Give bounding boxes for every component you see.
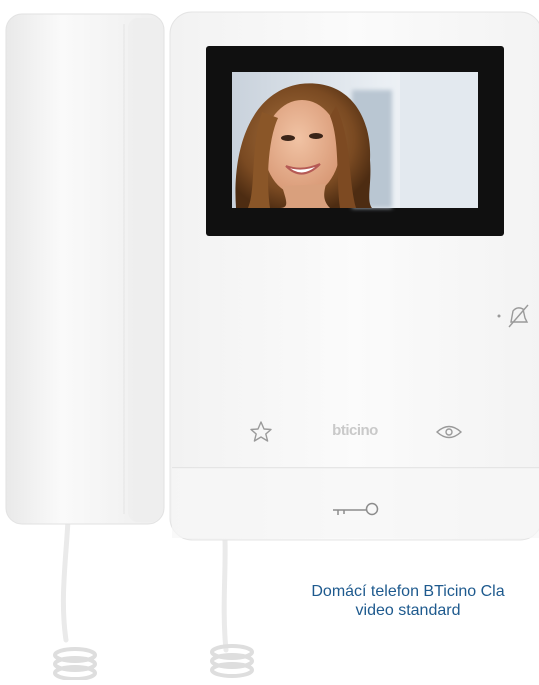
bticino-logo: bticino <box>332 422 378 439</box>
coiled-cord-left <box>53 647 97 681</box>
caption-line-2: video standard <box>355 602 461 619</box>
product-photo: bticino Domácí telefon BTicino Cla video… <box>0 0 539 681</box>
coiled-cord-right <box>210 644 254 678</box>
handset[interactable] <box>5 13 165 525</box>
product-caption: Domácí telefon BTicino Cla video standar… <box>258 582 539 620</box>
intercom-illustration <box>5 11 539 681</box>
caption-line-1: Domácí telefon BTicino Cla <box>311 583 505 600</box>
video-screen <box>206 46 504 236</box>
